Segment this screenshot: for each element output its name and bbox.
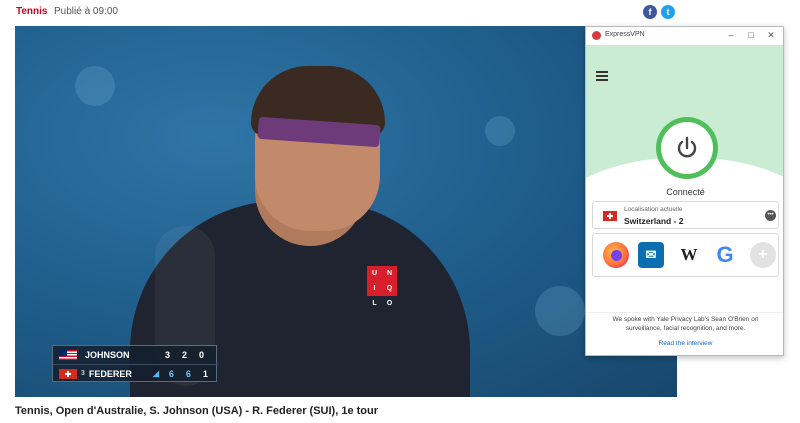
score-row-johnson: JOHNSON 3 2 0 [53,346,218,364]
published-time: Publié à 09:00 [54,6,118,17]
scoreboard: JOHNSON 3 2 0 3 FEDERER ◢ 6 6 1 [52,345,218,382]
video-caption: Tennis, Open d'Australie, S. Johnson (US… [15,405,379,417]
set-score: 6 [168,368,174,379]
news-panel: We spoke with Yale Privacy Lab's Sean O'… [586,315,783,348]
read-interview-link[interactable]: Read the interview [586,339,783,348]
logo-letter: L [372,300,377,307]
serve-ball-icon: ◢ [152,369,160,378]
set-score: 2 [181,350,187,360]
page: Tennis Publié à 09:00 f t U N I Q L O JO… [0,0,800,423]
expressvpn-logo-icon [592,31,601,40]
maximize-button[interactable]: □ [745,29,757,41]
window-titlebar[interactable]: ExpressVPN – □ ✕ [586,27,783,45]
video-player[interactable]: U N I Q L O JOHNSON 3 2 0 3 FEDERER ◢ 6 … [15,26,677,397]
minimize-button[interactable]: – [725,29,737,41]
power-icon [677,136,697,158]
power-button-face [661,122,713,174]
google-icon[interactable]: G [712,242,738,268]
score-row-federer: 3 FEDERER ◢ 6 6 1 [53,364,218,382]
logo-letter: I [373,285,376,292]
power-button[interactable] [656,117,718,179]
add-shortcut-icon[interactable]: + [750,242,776,268]
facebook-share-icon[interactable]: f [643,5,657,19]
logo-letter: O [386,300,393,307]
window-title: ExpressVPN [605,31,645,38]
switzerland-flag-icon [603,211,617,221]
more-options-icon[interactable]: ••• [765,210,776,221]
hamburger-menu-icon[interactable] [596,71,608,81]
logo-letter: Q [386,285,393,292]
twitter-share-icon[interactable]: t [661,5,675,19]
location-selector[interactable]: Localisation actuelle Switzerland - 2 ••… [592,201,779,229]
status-panel: Connecté [586,45,783,297]
article-header: Tennis Publié à 09:00 f t [0,0,800,26]
logo-letter: U [371,270,378,277]
mail-icon[interactable]: ✉ [638,242,664,268]
location-label: Localisation actuelle [624,206,683,213]
player-name: FEDERER [88,368,132,379]
uniqlo-logo: U N I Q L O [367,266,397,307]
set-score: 1 [202,368,208,379]
divider [586,312,783,313]
player-name: JOHNSON [85,350,130,360]
usa-flag-icon [59,350,77,360]
news-text: We spoke with Yale Privacy Lab's Sean O'… [612,316,759,332]
logo-letter: N [386,270,393,277]
wikipedia-icon[interactable]: W [676,242,702,268]
bokeh-light [485,116,515,146]
bokeh-light [75,66,115,106]
shortcuts-bar: ✉ W G + [592,233,779,277]
set-score: 6 [185,368,191,379]
vpn-window: ExpressVPN – □ ✕ Connecté Localisation a… [585,26,784,356]
firefox-icon[interactable] [603,242,629,268]
connection-status: Connecté [666,187,705,197]
firefox-globe [610,249,622,261]
category-link[interactable]: Tennis [16,6,47,17]
location-name: Switzerland - 2 [624,216,684,226]
set-score: 0 [198,350,204,360]
player-seed: 3 [81,370,85,377]
close-button[interactable]: ✕ [765,29,777,41]
set-score: 3 [164,350,170,360]
bokeh-light [535,286,585,336]
switzerland-flag-icon [59,368,77,379]
